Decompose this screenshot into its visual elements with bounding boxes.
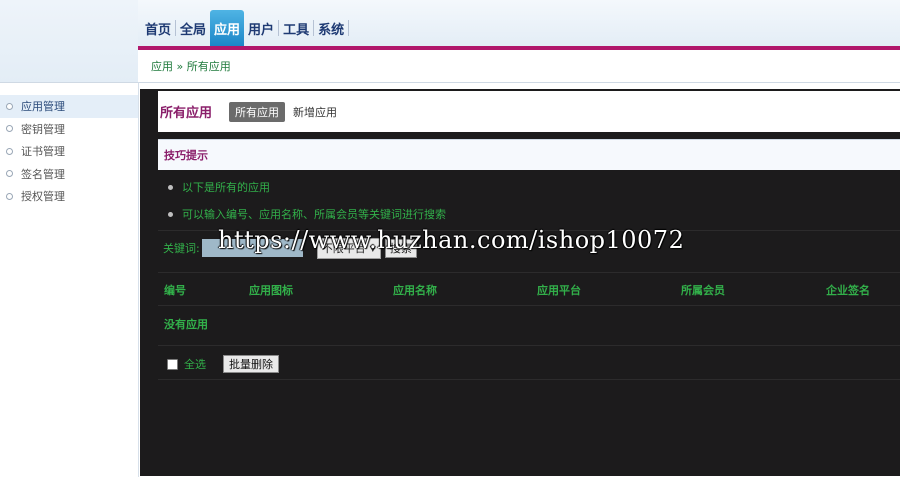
bullet-icon	[6, 192, 13, 200]
tab-all-apps[interactable]: 所有应用	[229, 101, 286, 122]
column-header-enterprise-signature: 企业签名	[826, 284, 870, 297]
platform-select[interactable]: 不限平台 ▼	[316, 237, 381, 259]
main-nav: 首页 全局 应用 用户 工具 系统	[141, 10, 350, 46]
column-header-name: 应用名称	[393, 284, 437, 297]
bullet-icon	[6, 125, 13, 133]
column-header-platform: 应用平台	[537, 284, 581, 297]
search-form: 关键词: 不限平台 ▼ 搜索	[163, 237, 417, 259]
tip-item: 以下是所有的应用	[168, 179, 270, 195]
sidebar-item-app-management[interactable]: 应用管理	[0, 95, 138, 118]
bullet-icon	[6, 170, 13, 178]
bullet-icon	[168, 184, 173, 190]
sidebar-item-label: 密钥管理	[21, 122, 65, 136]
tip-item: 可以输入编号、应用名称、所属会员等关键词进行搜索	[168, 206, 446, 222]
bullet-icon	[6, 102, 13, 110]
breadcrumb-current: 所有应用	[186, 60, 231, 73]
nav-item-apps[interactable]: 应用	[210, 10, 245, 46]
tips-title: 技巧提示	[164, 149, 208, 162]
sidebar-item-key-management[interactable]: 密钥管理	[0, 118, 138, 141]
batch-delete-button[interactable]: 批量删除	[223, 355, 279, 373]
column-header-id: 编号	[164, 284, 186, 297]
sidebar-item-label: 证书管理	[21, 145, 65, 159]
empty-table-message: 没有应用	[164, 318, 208, 331]
divider	[158, 345, 900, 346]
sidebar-item-certificate-management[interactable]: 证书管理	[0, 140, 138, 163]
breadcrumb-separator: »	[173, 60, 187, 73]
bullet-icon	[168, 211, 173, 217]
bulk-actions: 全选 批量删除	[167, 354, 279, 374]
nav-item-home[interactable]: 首页	[141, 10, 175, 46]
sidebar-item-label: 授权管理	[21, 190, 65, 204]
platform-selected-value: 不限平台	[321, 242, 366, 255]
sidebar: 应用管理 密钥管理 证书管理 签名管理 授权管理	[0, 82, 139, 477]
tab-new-app[interactable]: 新增应用	[293, 104, 337, 120]
sidebar-item-authorization-management[interactable]: 授权管理	[0, 185, 138, 208]
keyword-input[interactable]	[201, 239, 303, 257]
nav-item-tools[interactable]: 工具	[279, 10, 313, 46]
dropdown-arrow-icon: ▼	[369, 243, 376, 253]
page-header: 所有应用 所有应用 新增应用	[158, 91, 900, 132]
sidebar-item-label: 应用管理	[21, 100, 65, 114]
page-title: 所有应用	[160, 106, 213, 121]
tip-text: 以下是所有的应用	[182, 181, 270, 194]
nav-item-users[interactable]: 用户	[244, 10, 278, 46]
nav-divider	[348, 20, 350, 36]
select-all-label[interactable]: 全选	[184, 356, 206, 372]
divider	[158, 379, 900, 380]
main-content: 所有应用 所有应用 新增应用 技巧提示 以下是所有的应用 可以输入编号、应用名称…	[140, 89, 900, 476]
divider	[158, 272, 900, 273]
sidebar-item-label: 签名管理	[21, 167, 65, 181]
select-all-checkbox[interactable]	[167, 358, 178, 370]
breadcrumb: 应用 » 所有应用	[151, 58, 231, 74]
divider	[158, 305, 900, 306]
tip-text: 可以输入编号、应用名称、所属会员等关键词进行搜索	[182, 208, 446, 221]
sidebar-item-signature-management[interactable]: 签名管理	[0, 163, 138, 186]
nav-item-system[interactable]: 系统	[314, 10, 348, 46]
nav-item-global[interactable]: 全局	[176, 10, 210, 46]
breadcrumb-parent[interactable]: 应用	[151, 60, 173, 73]
column-header-icon: 应用图标	[249, 284, 293, 297]
bullet-icon	[6, 147, 13, 155]
breadcrumb-bar: 应用 » 所有应用	[138, 50, 900, 83]
column-header-member: 所属会员	[681, 284, 725, 297]
search-button[interactable]: 搜索	[384, 238, 417, 258]
divider	[158, 230, 900, 231]
tips-header: 技巧提示	[158, 139, 900, 170]
keyword-label: 关键词:	[163, 242, 200, 255]
logo-area	[0, 0, 138, 82]
